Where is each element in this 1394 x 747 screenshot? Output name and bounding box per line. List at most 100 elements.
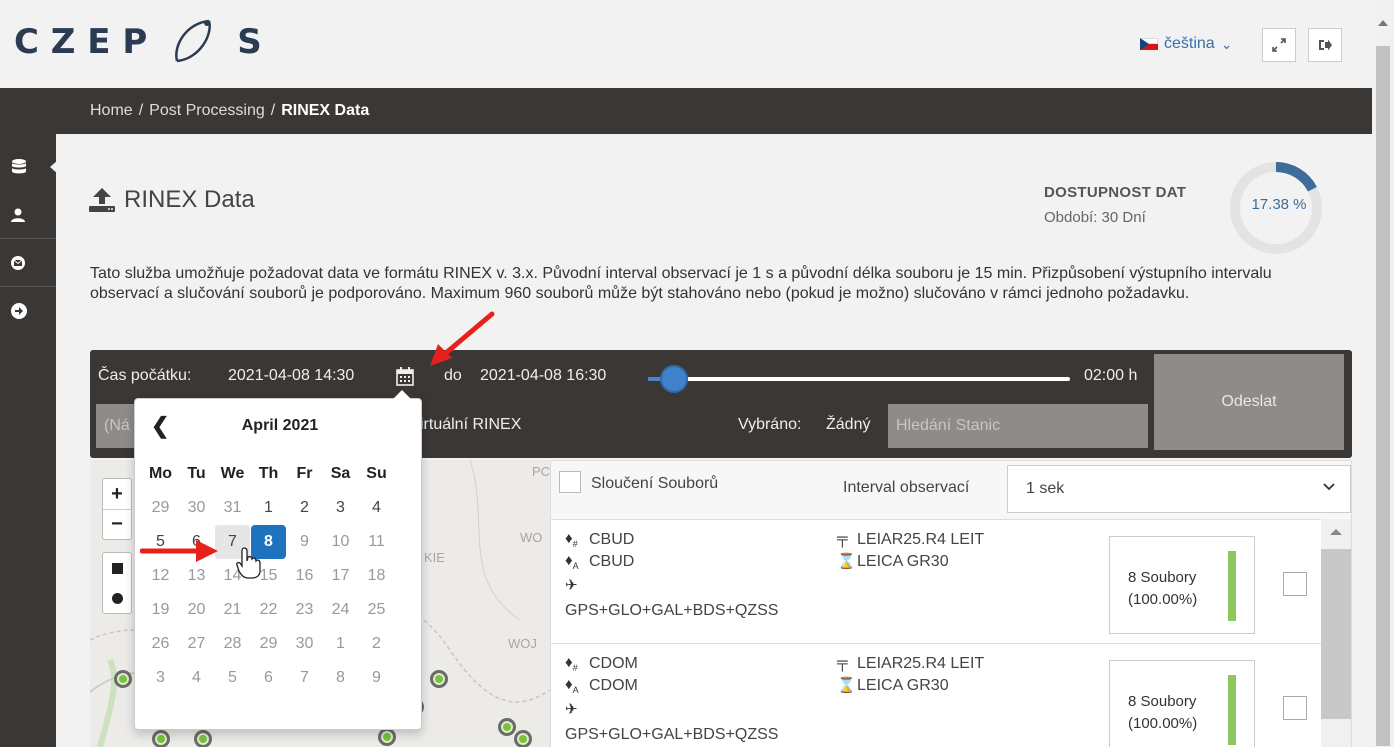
- duration-slider-track[interactable]: [662, 377, 1070, 381]
- sign-out-icon: [1319, 39, 1332, 51]
- antenna-marker-icon: ♦A: [565, 676, 579, 695]
- datepicker-day[interactable]: 4: [359, 491, 394, 525]
- station-search-input[interactable]: Hledání Stanic: [888, 404, 1148, 448]
- station-list-scrollbar[interactable]: [1321, 519, 1351, 747]
- interval-select[interactable]: 1 sek: [1007, 465, 1351, 513]
- virtual-rinex-label[interactable]: irtuální RINEX: [420, 416, 521, 434]
- envelope-icon: [11, 256, 25, 270]
- files-count: 8 Soubory: [1128, 693, 1197, 710]
- page-scrollbar[interactable]: [1372, 0, 1394, 747]
- interval-label: Interval observací: [843, 479, 970, 496]
- breadcrumb: Home / Post Processing / RINEX Data: [56, 88, 1372, 134]
- duration-slider-handle[interactable]: [660, 365, 688, 393]
- datepicker-day: 3: [156, 669, 165, 686]
- interval-value: 1 sek: [1026, 480, 1065, 497]
- draw-rectangle-button[interactable]: [103, 553, 131, 583]
- zoom-in-button[interactable]: +: [103, 479, 131, 509]
- czepos-logo[interactable]: C Z E P S: [14, 12, 262, 72]
- selected-label: Vybráno:: [738, 416, 802, 433]
- upload-icon: [89, 188, 115, 212]
- scroll-up-arrow[interactable]: [1378, 20, 1388, 26]
- breadcrumb-home[interactable]: Home: [90, 102, 133, 120]
- chevron-down-icon: ⌄: [1220, 35, 1233, 52]
- station-marker[interactable]: [430, 670, 448, 688]
- files-count: 8 Soubory: [1128, 569, 1197, 586]
- marker-icon: ♦#: [565, 530, 578, 549]
- station-select-checkbox[interactable]: [1283, 572, 1307, 596]
- station-row[interactable]: ♦# CDOM ♦A CDOM ✈ GPS+GLO+GAL+BDS+QZSS ╤…: [551, 644, 1321, 747]
- scroll-up-arrow[interactable]: [1330, 529, 1342, 535]
- annotation-arrow: [430, 311, 495, 366]
- station-marker[interactable]: [378, 728, 396, 746]
- datepicker-day: 1: [336, 635, 345, 652]
- previous-month-button[interactable]: ❮: [151, 413, 169, 439]
- satellite-icon: ✈: [565, 577, 578, 594]
- station-antenna-type: LEIAR25.R4 LEIT: [857, 655, 985, 672]
- start-time-value[interactable]: 2021-04-08 14:30: [228, 367, 354, 385]
- end-time-value: 2021-04-08 16:30: [480, 367, 607, 384]
- station-antenna-name: CDOM: [589, 677, 638, 694]
- datepicker-day[interactable]: 1: [251, 491, 286, 525]
- datepicker-day: 5: [228, 669, 237, 686]
- logo-right-text: S: [237, 22, 262, 62]
- start-time-label: Čas počátku:: [98, 367, 192, 384]
- expand-button[interactable]: [1262, 28, 1296, 62]
- station-marker[interactable]: [194, 730, 212, 747]
- datepicker-day[interactable]: 3: [323, 491, 358, 525]
- files-availability: 8 Soubory (100.00%): [1109, 536, 1255, 634]
- station-marker[interactable]: [114, 670, 132, 688]
- antenna-marker-icon: ♦A: [565, 552, 579, 571]
- datepicker-day: 28: [223, 635, 242, 652]
- station-marker[interactable]: [498, 718, 516, 736]
- datepicker-day: 24: [331, 601, 350, 618]
- station-select-checkbox[interactable]: [1283, 696, 1307, 720]
- datepicker-month-title[interactable]: April 2021: [195, 417, 365, 435]
- station-row[interactable]: ♦# CBUD ♦A CBUD ✈ GPS+GLO+GAL+BDS+QZSS ╤…: [551, 520, 1321, 644]
- submit-button[interactable]: Odeslat: [1154, 354, 1344, 450]
- sidebar-item-data[interactable]: [0, 144, 58, 190]
- receiver-icon: ⌛: [837, 553, 856, 570]
- station-marker-name: CDOM: [589, 655, 638, 672]
- datepicker-day: 30: [187, 499, 206, 516]
- datepicker-week-row: 26 27 28 29 30 1 2: [143, 627, 419, 661]
- draw-circle-button[interactable]: [103, 583, 131, 613]
- weekday-label: We: [220, 465, 245, 482]
- datepicker-day: 20: [187, 601, 206, 618]
- duration-value: 02:00 h: [1084, 367, 1138, 384]
- datepicker-day: 23: [295, 601, 314, 618]
- logout-button[interactable]: [1308, 28, 1342, 62]
- weekday-label: Mo: [148, 465, 173, 482]
- datepicker-day: 25: [367, 601, 386, 618]
- receiver-icon: ⌛: [837, 677, 856, 694]
- weekday-label: Sa: [330, 465, 351, 482]
- datepicker-day: 11: [368, 533, 385, 550]
- station-marker[interactable]: [514, 730, 532, 747]
- sidebar-item-logout[interactable]: [0, 288, 56, 334]
- calendar-icon[interactable]: [394, 366, 416, 386]
- station-antenna-type: LEIAR25.R4 LEIT: [857, 531, 985, 548]
- annotation-arrow: [140, 540, 218, 562]
- weekday-label: Tu: [187, 465, 206, 482]
- datepicker-day: 27: [187, 635, 206, 652]
- datepicker-day: 8: [336, 669, 345, 686]
- datepicker-day[interactable]: 2: [287, 491, 322, 525]
- zoom-out-button[interactable]: −: [103, 509, 131, 539]
- satellite-icon: ✈: [565, 701, 578, 718]
- files-percent: (100.00%): [1128, 591, 1198, 608]
- files-availability: 8 Soubory (100.00%): [1109, 660, 1255, 747]
- availability-value: 17.38 %: [1251, 196, 1307, 213]
- sidebar-item-user[interactable]: [0, 192, 56, 238]
- sidebar-item-messages[interactable]: [0, 240, 56, 286]
- page-scrollbar-thumb[interactable]: [1376, 46, 1390, 746]
- files-percent: (100.00%): [1128, 715, 1198, 732]
- station-marker[interactable]: [152, 730, 170, 747]
- language-selector[interactable]: čeština ⌄: [1140, 35, 1232, 53]
- datepicker-week-row: 29 30 31 1 2 3 4: [143, 491, 419, 525]
- merge-files-checkbox[interactable]: [559, 471, 581, 493]
- datepicker-day: 7: [300, 669, 309, 686]
- availability-info: DOSTUPNOST DAT Období: 30 Dní: [1044, 184, 1186, 226]
- datepicker-day: 10: [331, 533, 350, 550]
- datepicker-day: 21: [223, 601, 242, 618]
- breadcrumb-post-processing[interactable]: Post Processing: [149, 102, 265, 120]
- scrollbar-thumb[interactable]: [1321, 549, 1351, 719]
